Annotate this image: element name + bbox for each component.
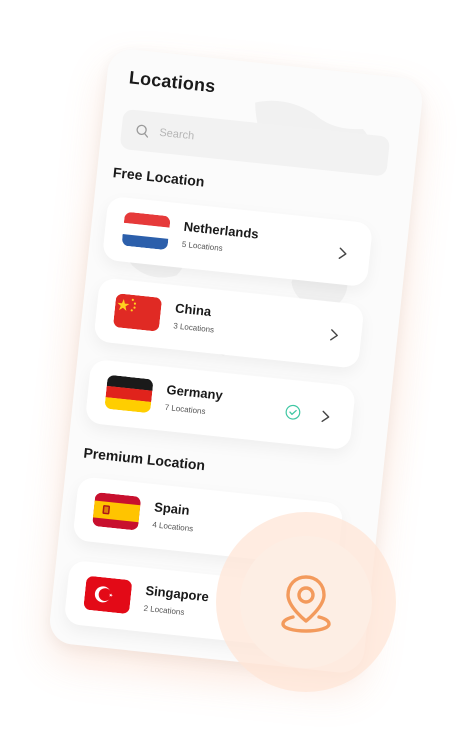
location-pin-icon <box>281 575 331 633</box>
china-flag-icon <box>112 293 163 332</box>
location-bubble-inner <box>240 536 372 668</box>
netherlands-flag-icon <box>121 211 171 251</box>
location-name: China <box>174 300 212 320</box>
location-name: Germany <box>165 381 224 403</box>
check-circle-icon <box>285 404 301 420</box>
chevron-right-icon[interactable] <box>320 409 331 424</box>
location-name: Netherlands <box>183 218 260 242</box>
location-bubble <box>216 512 396 692</box>
location-card-china[interactable]: China 3 Locations <box>93 277 365 369</box>
free-location-heading: Free Location <box>112 164 206 190</box>
search-icon <box>136 124 149 138</box>
location-count: 2 Locations <box>143 603 185 617</box>
chevron-right-icon[interactable] <box>329 328 340 343</box>
chevron-right-icon[interactable] <box>337 246 348 261</box>
location-card-germany[interactable]: Germany 7 Locations <box>84 358 356 451</box>
location-count: 7 Locations <box>164 402 206 417</box>
germany-flag-icon <box>104 374 154 414</box>
location-name: Singapore <box>144 582 210 605</box>
location-name: Spain <box>153 499 191 518</box>
page-title: Locations <box>128 67 217 97</box>
spain-flag-icon <box>91 492 142 531</box>
turkey-flag-icon <box>83 575 133 615</box>
location-count: 4 Locations <box>151 520 194 534</box>
location-count: 5 Locations <box>181 239 224 253</box>
location-count: 3 Locations <box>172 321 215 335</box>
premium-location-heading: Premium Location <box>82 444 206 474</box>
search-placeholder: Search <box>158 126 195 143</box>
location-card-netherlands[interactable]: Netherlands 5 Locations <box>101 195 374 288</box>
search-input[interactable]: Search <box>119 108 391 177</box>
